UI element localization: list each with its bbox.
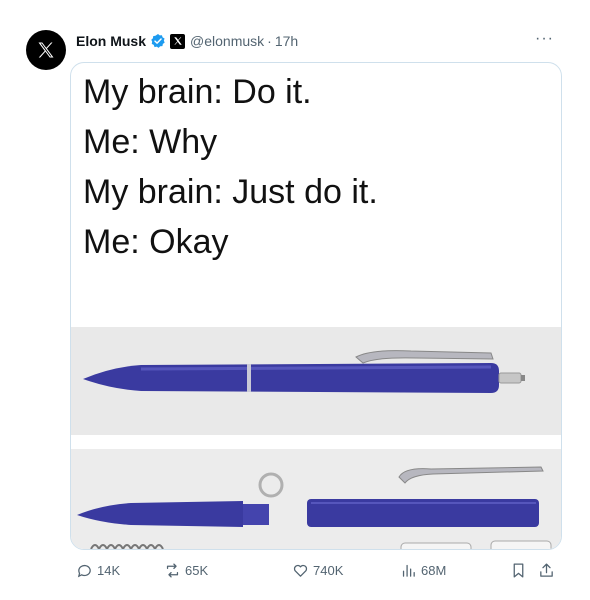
avatar[interactable] — [26, 30, 66, 70]
share-icon — [540, 563, 553, 577]
meme-text: My brain: Do it. Me: Why My brain: Just … — [83, 67, 378, 267]
pen-clip — [355, 350, 494, 364]
disassembled-pen-photo — [71, 449, 561, 549]
pen-clip-loose — [398, 466, 544, 484]
author-handle[interactable]: @elonmusk — [190, 33, 264, 49]
tweet: Elon Musk @elonmusk · 17h ··· My brain: … — [0, 0, 590, 600]
meme-line: My brain: Do it. — [83, 73, 312, 111]
views-count: 68M — [421, 563, 447, 578]
pen-plunger — [400, 542, 472, 549]
tweet-header: Elon Musk @elonmusk · 17h — [76, 30, 298, 52]
verified-badge-icon — [150, 33, 166, 49]
tweet-media[interactable]: My brain: Do it. Me: Why My brain: Just … — [70, 62, 562, 550]
reply-button[interactable]: 14K — [76, 562, 120, 579]
like-icon — [293, 564, 308, 577]
separator-dot: · — [267, 33, 272, 49]
photo-separator — [71, 435, 561, 449]
reply-icon — [77, 565, 91, 578]
repost-count: 65K — [185, 563, 209, 578]
meme-line: Me: Okay — [83, 223, 229, 261]
views-button[interactable]: 68M — [400, 562, 446, 579]
affiliate-x-icon[interactable] — [170, 33, 186, 49]
pen-spring — [90, 544, 164, 549]
assembled-pen-photo — [71, 327, 561, 435]
reply-count: 14K — [97, 563, 121, 578]
pen-tip-section — [77, 501, 243, 527]
meme-line: My brain: Just do it. — [83, 173, 378, 211]
author-name[interactable]: Elon Musk — [76, 33, 146, 49]
like-button[interactable]: 740K — [292, 562, 343, 579]
more-options-button[interactable]: ··· — [535, 30, 554, 48]
timestamp[interactable]: 17h — [275, 33, 298, 49]
repost-button[interactable]: 65K — [164, 562, 208, 579]
bookmark-button[interactable] — [510, 562, 531, 579]
meme-line: Me: Why — [83, 123, 218, 161]
x-logo-icon — [38, 42, 54, 58]
share-button[interactable] — [538, 562, 559, 579]
action-bar: 14K 65K 740K 68M — [70, 562, 560, 586]
views-icon — [402, 564, 415, 577]
like-count: 740K — [313, 563, 344, 578]
repost-icon — [166, 563, 179, 578]
pen-ring — [258, 472, 284, 498]
bookmark-icon — [513, 563, 524, 578]
